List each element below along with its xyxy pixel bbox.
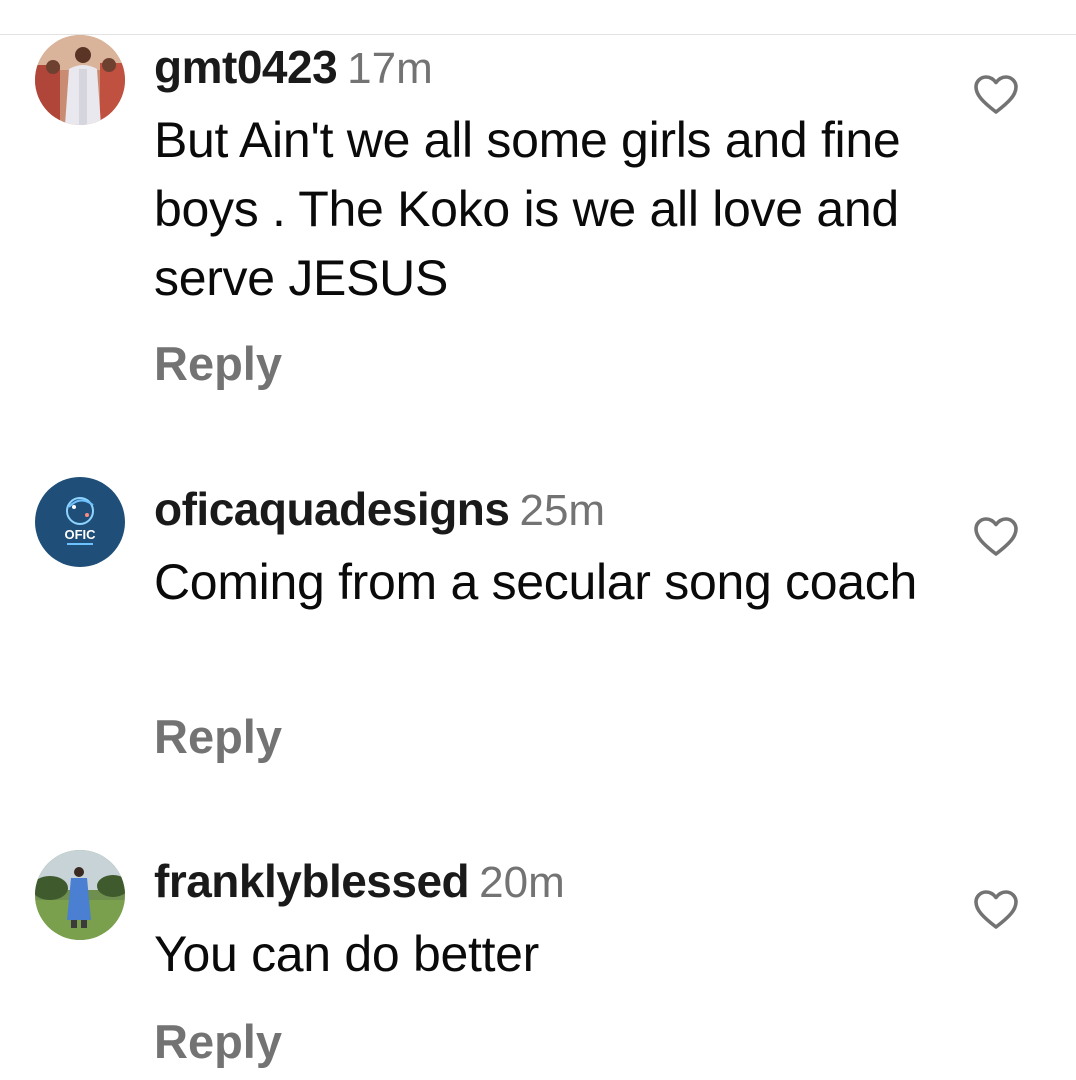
heart-outline-icon <box>974 890 1018 929</box>
avatar-logo-text: OFIC <box>64 527 96 542</box>
top-divider <box>0 34 1076 35</box>
like-button[interactable] <box>973 889 1019 931</box>
timestamp: 17m <box>347 44 433 93</box>
timestamp: 20m <box>479 858 565 907</box>
reply-button[interactable]: Reply <box>154 1018 282 1065</box>
like-button[interactable] <box>973 74 1019 116</box>
user-avatar[interactable] <box>35 35 125 125</box>
comment-text: Coming from a secular song coach <box>154 554 917 610</box>
timestamp: 25m <box>519 486 606 535</box>
username[interactable]: franklyblessed <box>154 855 470 907</box>
user-avatar[interactable]: OFIC <box>35 477 125 567</box>
reply-button[interactable]: Reply <box>154 340 282 387</box>
photo-avatar-icon <box>35 850 125 940</box>
comment-header: oficaquadesigns 25m <box>154 486 605 533</box>
photo-avatar-icon <box>35 35 125 125</box>
comment-text: But Ain't we all some girls and fine boy… <box>154 112 901 306</box>
comment-text: You can do better <box>154 926 540 982</box>
heart-outline-icon <box>974 517 1018 556</box>
username[interactable]: gmt0423 <box>154 41 338 93</box>
comment-header: gmt0423 17m <box>154 44 433 91</box>
username[interactable]: oficaquadesigns <box>154 483 510 535</box>
comment-header: franklyblessed 20m <box>154 858 565 905</box>
heart-outline-icon <box>974 75 1018 114</box>
reply-button[interactable]: Reply <box>154 713 282 760</box>
user-avatar[interactable] <box>35 850 125 940</box>
logo-avatar-icon: OFIC <box>35 477 125 567</box>
like-button[interactable] <box>973 516 1019 558</box>
